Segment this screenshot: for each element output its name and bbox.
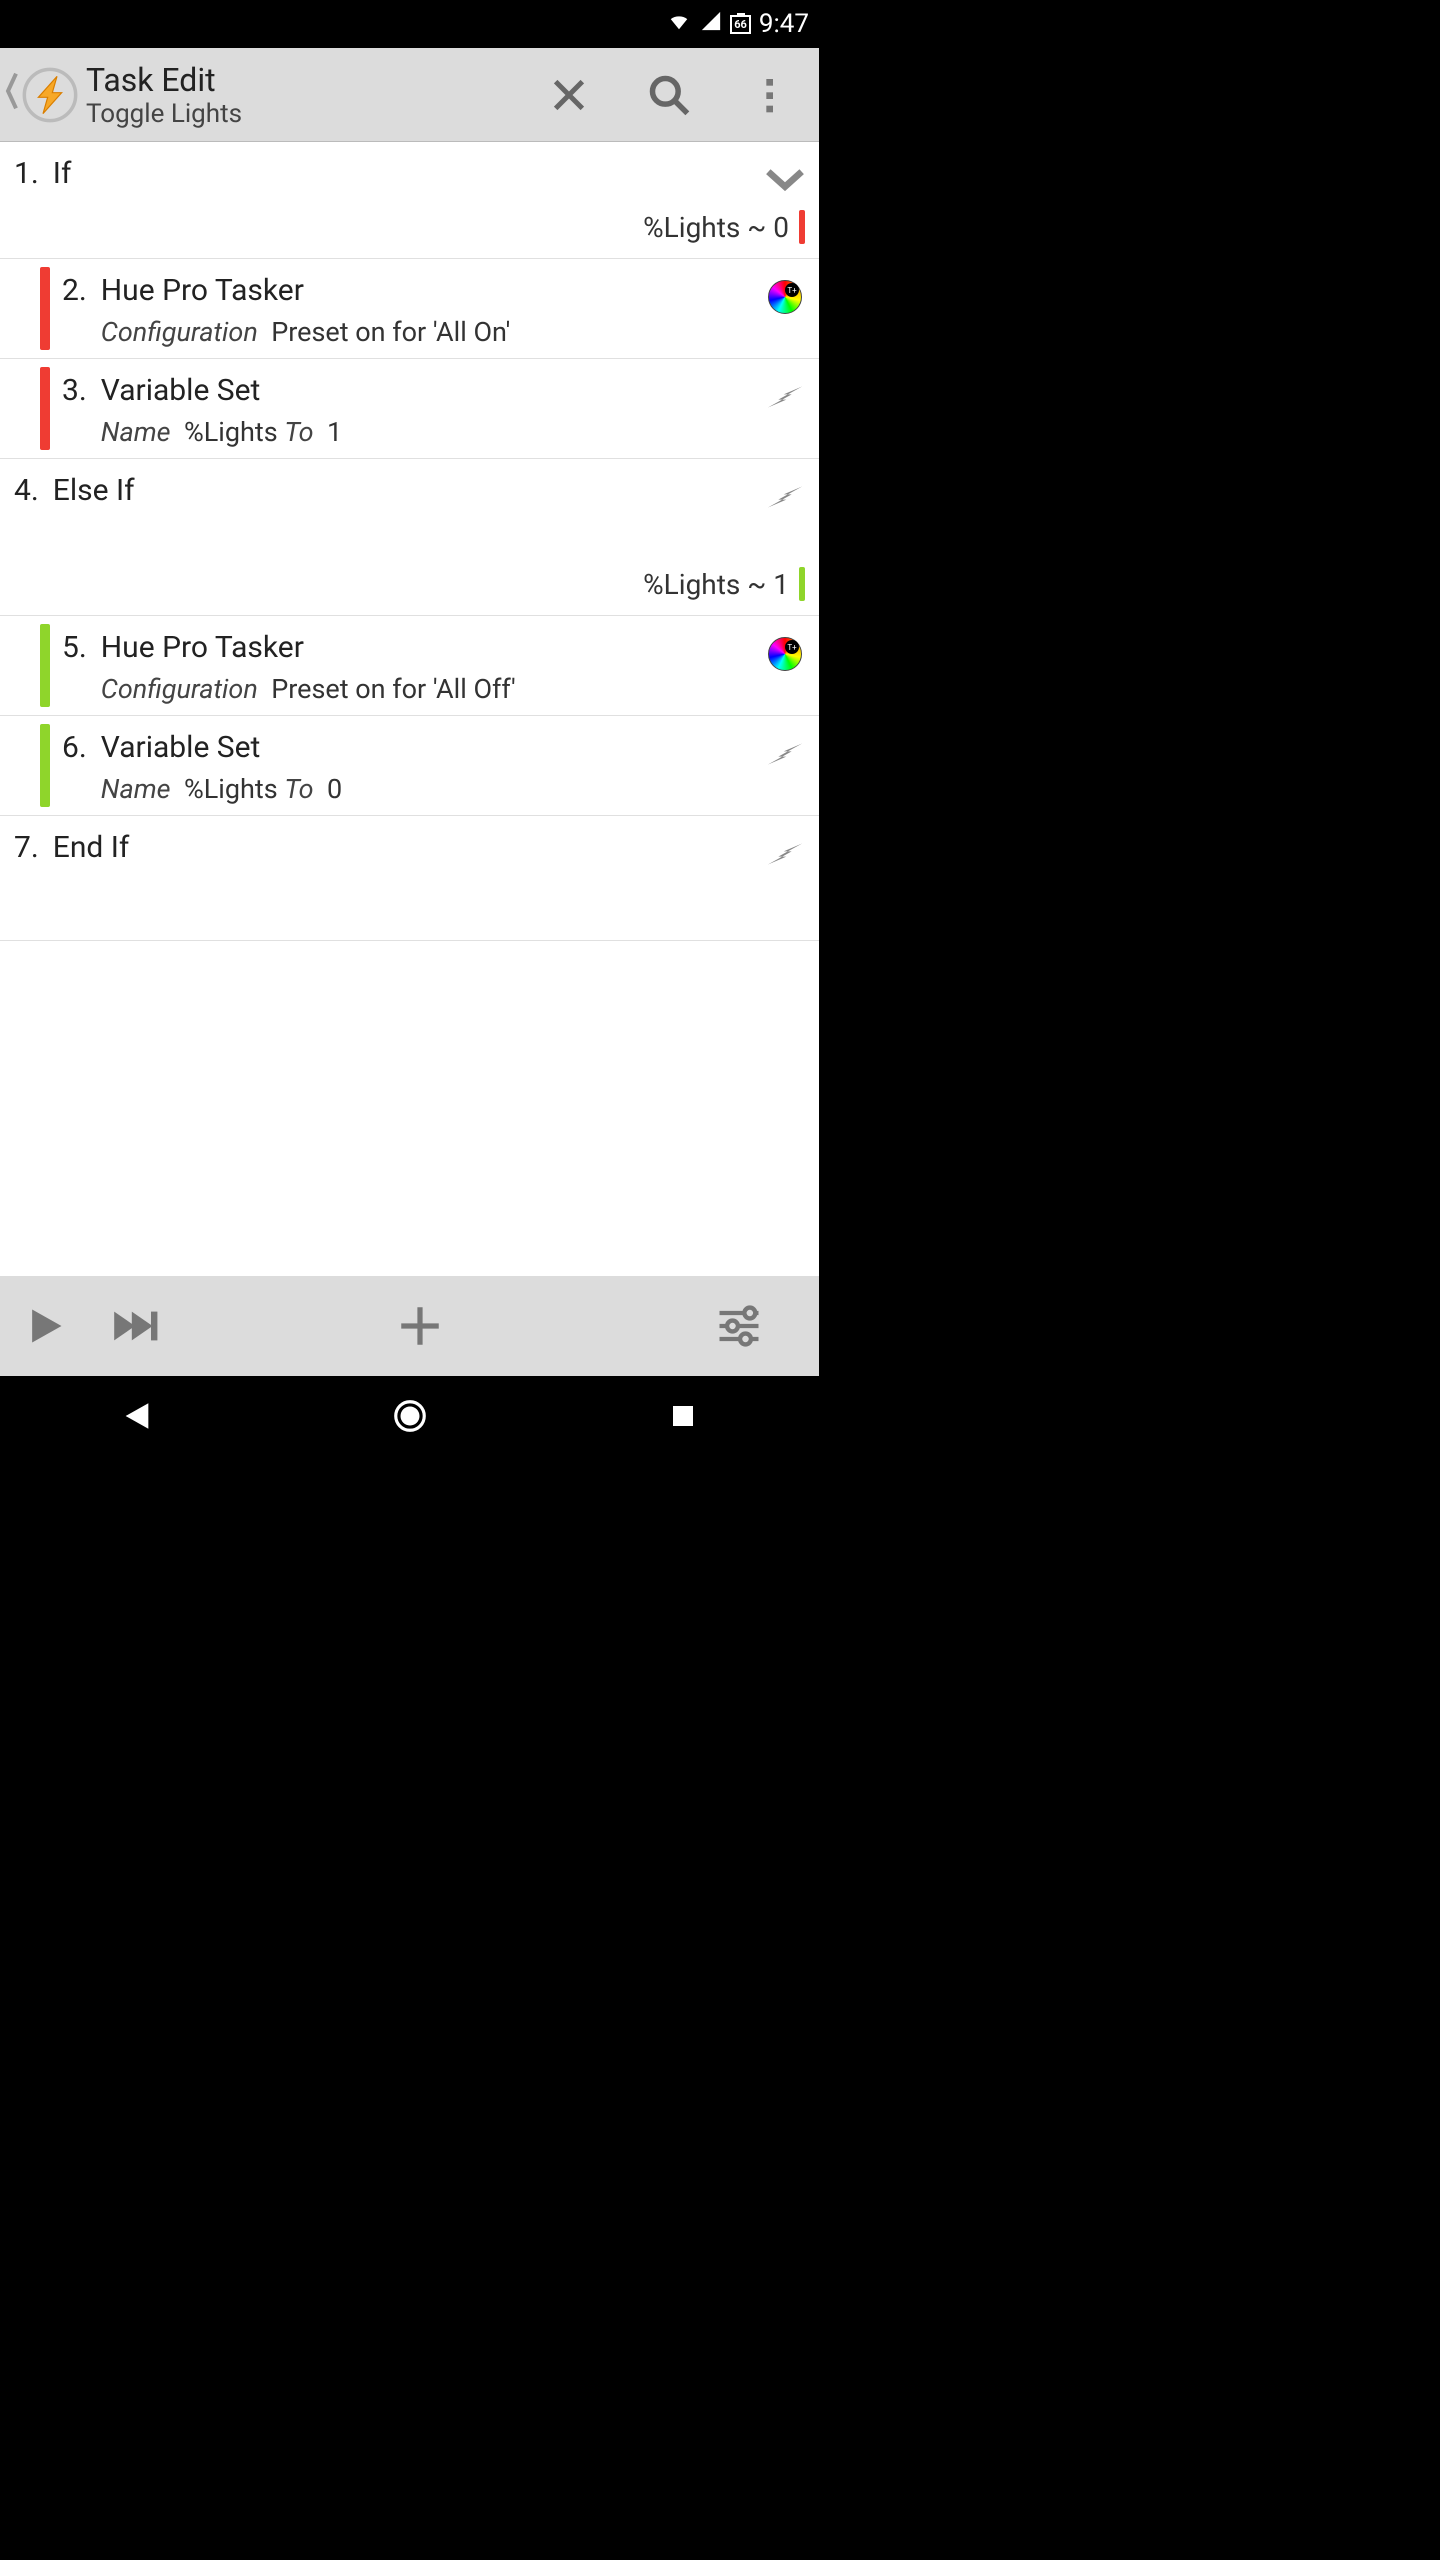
bolt-icon <box>765 477 805 517</box>
back-button[interactable] <box>0 71 20 119</box>
hue-plugin-icon <box>765 634 805 674</box>
action-number: 1. <box>14 156 39 191</box>
wifi-icon <box>666 9 692 39</box>
action-number: 3. <box>62 373 87 408</box>
condition-marker <box>799 210 805 244</box>
app-header: Task Edit Toggle Lights <box>0 48 819 142</box>
page-subtitle: Toggle Lights <box>86 99 242 129</box>
task-action-list[interactable]: 1. If %Lights ~ 0 2. Hue Pro Tasker Configura… <box>0 142 819 1276</box>
action-row[interactable]: 3. Variable Set Name %Lights To 1 <box>0 359 819 459</box>
action-row[interactable]: 6. Variable Set Name %Lights To 0 <box>0 716 819 816</box>
action-number: 6. <box>62 730 87 765</box>
bolt-icon <box>765 377 805 417</box>
action-detail: Name %Lights To 1 <box>101 416 757 448</box>
nav-recents-button[interactable] <box>653 1401 713 1431</box>
condition-text: %Lights ~ 1 <box>0 527 819 615</box>
search-button[interactable] <box>619 73 719 117</box>
indent-bar <box>40 367 50 450</box>
action-detail: Configuration Preset on for 'All Off' <box>101 673 757 705</box>
action-row[interactable]: 2. Hue Pro Tasker Configuration Preset on … <box>0 259 819 359</box>
action-number: 2. <box>62 273 87 308</box>
action-number: 5. <box>62 630 87 665</box>
indent-bar <box>40 724 50 807</box>
action-title: Hue Pro Tasker <box>101 630 757 665</box>
page-title: Task Edit <box>86 61 242 99</box>
status-bar: 66 9:47 <box>0 0 819 48</box>
action-row[interactable]: 7. End If <box>0 816 819 941</box>
action-row[interactable]: 5. Hue Pro Tasker Configuration Preset on … <box>0 616 819 716</box>
action-row[interactable]: 1. If %Lights ~ 0 <box>0 142 819 259</box>
action-number: 4. <box>14 473 39 508</box>
action-title: End If <box>53 830 757 865</box>
step-button[interactable] <box>90 1306 180 1346</box>
indent-bar <box>40 624 50 707</box>
action-title: Variable Set <box>101 373 757 408</box>
action-detail: Configuration Preset on for 'All On' <box>101 316 757 348</box>
action-row[interactable]: 4. Else If %Lights ~ 1 <box>0 459 819 616</box>
status-time: 9:47 <box>759 9 809 39</box>
action-title: If <box>53 156 757 191</box>
condition-marker <box>799 567 805 601</box>
action-detail: Name %Lights To 0 <box>101 773 757 805</box>
action-title: Else If <box>53 473 757 508</box>
nav-back-button[interactable] <box>107 1399 167 1433</box>
bolt-icon <box>765 734 805 774</box>
battery-icon: 66 <box>730 15 751 34</box>
bolt-icon <box>765 834 805 874</box>
task-properties-button[interactable] <box>659 1300 819 1352</box>
expand-icon <box>765 160 805 200</box>
signal-icon <box>700 9 722 39</box>
action-title: Variable Set <box>101 730 757 765</box>
close-button[interactable] <box>519 75 619 115</box>
nav-home-button[interactable] <box>380 1397 440 1435</box>
bottom-toolbar <box>0 1276 819 1376</box>
indent-bar <box>40 267 50 350</box>
action-title: Hue Pro Tasker <box>101 273 757 308</box>
add-action-button[interactable] <box>180 1301 659 1351</box>
play-button[interactable] <box>0 1304 90 1348</box>
app-logo-icon[interactable] <box>20 65 80 125</box>
hue-plugin-icon <box>765 277 805 317</box>
action-number: 7. <box>14 830 39 865</box>
condition-text: %Lights ~ 0 <box>0 210 819 258</box>
android-nav-bar <box>0 1376 819 1456</box>
overflow-menu-button[interactable] <box>719 75 819 115</box>
